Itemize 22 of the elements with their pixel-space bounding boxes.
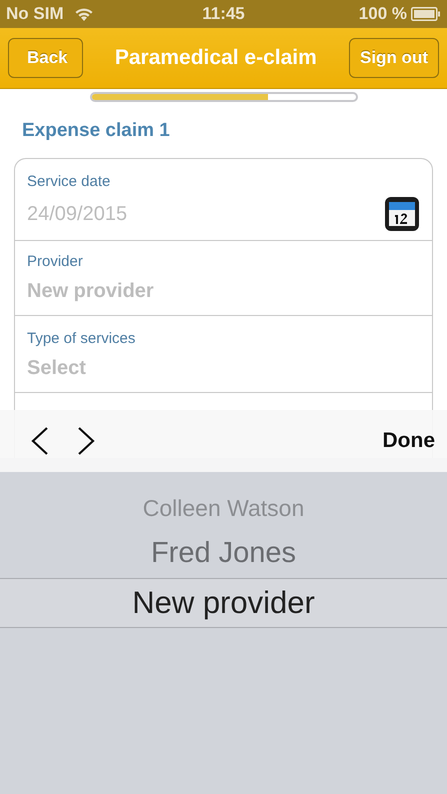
picker-option[interactable]: New provider <box>0 578 447 628</box>
calendar-icon <box>384 196 420 232</box>
date-field[interactable]: 24/09/2015 <box>27 198 327 230</box>
screen-title: Paramedical e-claim <box>114 46 317 70</box>
picker-option[interactable]: Fred Jones <box>0 528 447 578</box>
field-label: Type of services <box>27 330 136 347</box>
select-field[interactable]: Select <box>27 353 327 384</box>
field-label: Service date <box>27 173 112 190</box>
field-label: Provider <box>27 253 84 270</box>
picker-option[interactable]: Colleen Watson <box>0 492 447 524</box>
done-button[interactable]: Done <box>382 429 435 453</box>
next-icon[interactable] <box>76 426 96 456</box>
carrier-text: No SIM <box>6 4 64 24</box>
battery-text: 100 % <box>358 4 407 24</box>
wifi-icon <box>74 6 94 22</box>
sign-out-button[interactable]: Sign out <box>349 38 439 78</box>
time-text: 11:45 <box>202 4 245 24</box>
battery-icon <box>410 7 441 21</box>
previous-icon[interactable] <box>30 426 50 456</box>
select-field[interactable]: New provider <box>27 276 327 307</box>
section-title: Expense claim 1 <box>21 119 171 143</box>
back-button[interactable]: Back <box>8 38 83 78</box>
